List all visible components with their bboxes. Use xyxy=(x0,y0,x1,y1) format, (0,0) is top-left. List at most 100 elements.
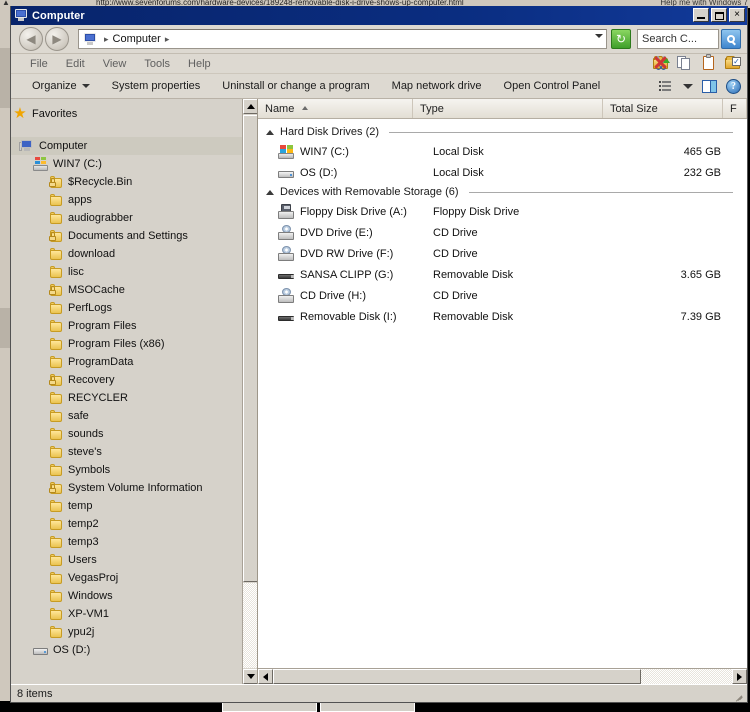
delete-icon[interactable] xyxy=(654,56,667,69)
group-header[interactable]: Hard Disk Drives (2) xyxy=(258,123,747,141)
tree-item-folder[interactable]: Users xyxy=(11,551,242,569)
tree-item-folder[interactable]: safe xyxy=(11,407,242,425)
chevron-down-icon[interactable] xyxy=(595,34,603,38)
search-input[interactable]: Search C... xyxy=(637,29,719,49)
row-type-cell: Floppy Disk Drive xyxy=(433,205,520,218)
preview-pane-icon[interactable] xyxy=(702,80,717,93)
tree-item-folder[interactable]: sounds xyxy=(11,425,242,443)
horizontal-scrollbar-track[interactable] xyxy=(273,669,732,684)
tree-item-folder[interactable]: apps xyxy=(11,191,242,209)
tree-item-folder[interactable]: temp2 xyxy=(11,515,242,533)
tree-item-folder[interactable]: ypu2j xyxy=(11,623,242,641)
close-button[interactable]: × xyxy=(729,8,745,22)
file-list-row[interactable]: SANSA CLIPP (G:) Removable Disk 3.65 GB xyxy=(258,264,747,285)
folder-icon xyxy=(49,409,63,423)
column-header-total-size[interactable]: Total Size xyxy=(603,99,723,118)
forward-button[interactable]: ▶ xyxy=(45,27,69,51)
tree-item-folder[interactable]: System Volume Information xyxy=(11,479,242,497)
file-list-row[interactable]: DVD RW Drive (F:) CD Drive xyxy=(258,243,747,264)
resize-grip[interactable] xyxy=(733,689,745,702)
menu-view[interactable]: View xyxy=(94,54,136,74)
copy-icon[interactable] xyxy=(677,55,693,71)
column-header-name[interactable]: Name xyxy=(258,99,413,118)
file-list-row[interactable]: OS (D:) Local Disk 232 GB xyxy=(258,162,747,183)
tree-item-folder[interactable]: temp xyxy=(11,497,242,515)
tree-item-folder[interactable]: Symbols xyxy=(11,461,242,479)
tree-item-folder[interactable]: Documents and Settings xyxy=(11,227,242,245)
scroll-right-button[interactable] xyxy=(732,669,747,684)
map-network-drive-button[interactable]: Map network drive xyxy=(381,74,493,99)
cd-drive-icon xyxy=(278,225,294,240)
tree-item-folder[interactable]: XP-VM1 xyxy=(11,605,242,623)
file-list-row[interactable]: WIN7 (C:) Local Disk 465 GB xyxy=(258,141,747,162)
row-name-cell: WIN7 (C:) xyxy=(258,144,433,159)
file-list-row[interactable]: CD Drive (H:) CD Drive xyxy=(258,285,747,306)
uninstall-program-button[interactable]: Uninstall or change a program xyxy=(211,74,380,99)
system-properties-button[interactable]: System properties xyxy=(101,74,212,99)
minimize-button[interactable] xyxy=(693,8,709,22)
properties-icon[interactable]: ✓ xyxy=(725,55,741,71)
menu-help[interactable]: Help xyxy=(179,54,220,74)
view-dropdown-icon[interactable] xyxy=(683,83,693,89)
scrollbar-thumb[interactable] xyxy=(243,115,257,582)
scroll-down-button[interactable] xyxy=(243,669,257,684)
scroll-up-button[interactable] xyxy=(243,99,257,114)
back-arrow-icon: ◀ xyxy=(26,32,36,46)
tree-item-folder[interactable]: temp3 xyxy=(11,533,242,551)
menu-edit[interactable]: Edit xyxy=(57,54,94,74)
search-button[interactable] xyxy=(721,29,741,49)
organize-button[interactable]: Organize xyxy=(21,74,101,99)
tree-item-folder[interactable]: Windows xyxy=(11,587,242,605)
file-list-row[interactable]: Floppy Disk Drive (A:) Floppy Disk Drive xyxy=(258,201,747,222)
refresh-button[interactable]: ↻ xyxy=(611,29,631,49)
breadcrumb-separator-right[interactable]: ▸ xyxy=(165,34,170,45)
group-header[interactable]: Devices with Removable Storage (6) xyxy=(258,183,747,201)
collapse-icon[interactable] xyxy=(266,129,274,135)
tree-item-folder[interactable]: $Recycle.Bin xyxy=(11,173,242,191)
scrollbar-track[interactable] xyxy=(243,583,257,668)
tree-item-favorites[interactable]: ★ Favorites xyxy=(11,105,242,123)
navigation-pane-scrollbar[interactable] xyxy=(242,99,257,684)
column-header-type[interactable]: Type xyxy=(413,99,603,118)
tree-item-win7-c[interactable]: WIN7 (C:) xyxy=(11,155,242,173)
file-list-row[interactable]: Removable Disk (I:) Removable Disk 7.39 GB xyxy=(258,306,747,327)
tree-item-computer[interactable]: Computer xyxy=(11,137,242,155)
open-control-panel-button[interactable]: Open Control Panel xyxy=(493,74,612,99)
tree-item-folder[interactable]: audiograbber xyxy=(11,209,242,227)
tree-item-folder[interactable]: VegasProj xyxy=(11,569,242,587)
group-divider xyxy=(389,131,733,133)
menu-file[interactable]: File xyxy=(21,54,57,74)
tree-item-folder[interactable]: download xyxy=(11,245,242,263)
column-header-free-space[interactable]: F xyxy=(723,99,747,118)
file-list-row[interactable]: DVD Drive (E:) CD Drive xyxy=(258,222,747,243)
row-name-cell: CD Drive (H:) xyxy=(258,288,433,303)
back-button[interactable]: ◀ xyxy=(19,27,43,51)
taskbar-button-1[interactable] xyxy=(222,702,317,712)
row-name-label: WIN7 (C:) xyxy=(300,145,349,158)
horizontal-scrollbar-thumb[interactable] xyxy=(273,669,641,684)
tree-item-label: MSOCache xyxy=(68,284,125,296)
breadcrumb-computer[interactable]: Computer xyxy=(113,33,161,45)
horizontal-scrollbar[interactable] xyxy=(258,668,747,684)
help-icon[interactable]: ? xyxy=(726,78,741,94)
tree-item-folder[interactable]: Recovery xyxy=(11,371,242,389)
collapse-icon[interactable] xyxy=(266,189,274,195)
paste-icon[interactable] xyxy=(701,54,717,71)
tree-item-folder[interactable]: MSOCache xyxy=(11,281,242,299)
tree-item-folder[interactable]: steve's xyxy=(11,443,242,461)
tree-item-folder[interactable]: Program Files xyxy=(11,317,242,335)
title-bar[interactable]: Computer × xyxy=(11,6,747,25)
address-input[interactable]: ▸ Computer ▸ xyxy=(78,29,607,49)
menu-tools[interactable]: Tools xyxy=(135,54,179,74)
scroll-left-button[interactable] xyxy=(258,669,273,684)
tree-item-folder[interactable]: Program Files (x86) xyxy=(11,335,242,353)
window-body: ★ Favorites Computer WIN7 (C:) $Recycle.… xyxy=(11,99,747,684)
tree-item-folder[interactable]: RECYCLER xyxy=(11,389,242,407)
maximize-button[interactable] xyxy=(711,8,727,22)
taskbar-button-2[interactable] xyxy=(320,702,415,712)
tree-item-folder[interactable]: PerfLogs xyxy=(11,299,242,317)
tree-item-folder[interactable]: ProgramData xyxy=(11,353,242,371)
tree-item-os-d[interactable]: OS (D:) xyxy=(11,641,242,659)
tree-item-folder[interactable]: lisc xyxy=(11,263,242,281)
change-view-icon[interactable] xyxy=(658,78,674,94)
